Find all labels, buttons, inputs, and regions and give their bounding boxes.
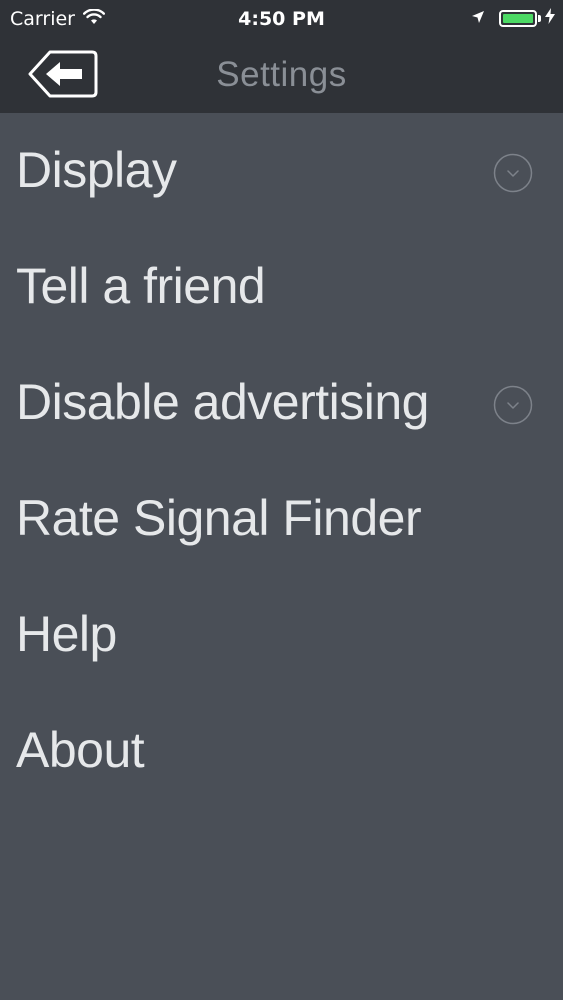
- menu-item-label: Rate Signal Finder: [16, 490, 422, 546]
- battery-fill: [503, 13, 533, 23]
- page-title: Settings: [216, 55, 347, 94]
- menu-item-label: Display: [16, 142, 177, 198]
- chevron-down-circle-icon[interactable]: [493, 153, 533, 193]
- battery-icon: [499, 9, 537, 27]
- menu-item-disable-advertising[interactable]: Disable advertising: [0, 345, 563, 461]
- settings-menu: Display Tell a friend Disable advertisin…: [0, 113, 563, 809]
- charging-bolt-icon: [545, 8, 555, 28]
- status-right: [471, 8, 555, 28]
- menu-item-help[interactable]: Help: [0, 577, 563, 693]
- status-bar: Carrier 4:50 PM: [0, 0, 563, 40]
- menu-item-label: Help: [16, 606, 117, 662]
- navigation-bar: Settings: [0, 40, 563, 113]
- menu-item-display[interactable]: Display: [0, 113, 563, 229]
- menu-item-label: Tell a friend: [16, 258, 266, 314]
- battery-tip: [538, 14, 541, 22]
- menu-item-label: Disable advertising: [16, 374, 429, 430]
- menu-item-rate-signal-finder[interactable]: Rate Signal Finder: [0, 461, 563, 577]
- menu-item-label: About: [16, 722, 145, 778]
- location-arrow-icon: [471, 9, 485, 28]
- menu-item-tell-a-friend[interactable]: Tell a friend: [0, 229, 563, 345]
- settings-screen: Carrier 4:50 PM Settings Display Tell a …: [0, 0, 563, 1000]
- menu-item-about[interactable]: About: [0, 693, 563, 809]
- chevron-down-circle-icon[interactable]: [493, 385, 533, 425]
